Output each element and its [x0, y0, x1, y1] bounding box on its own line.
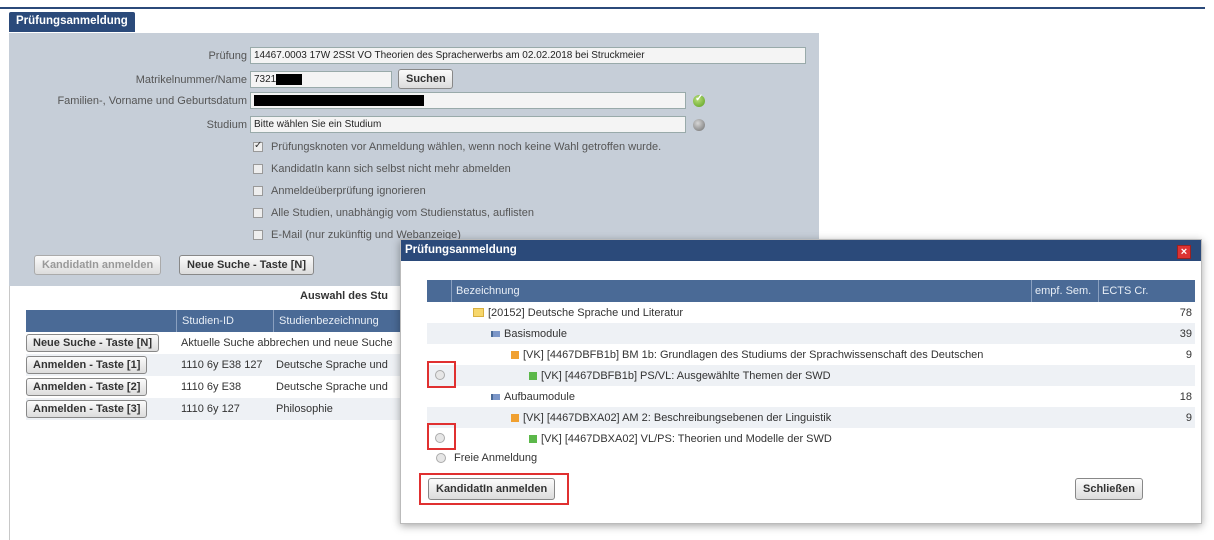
node-label: Aufbaumodule [504, 390, 575, 403]
highlight-box [419, 473, 569, 505]
study-id: 1110 6y E38 [181, 381, 242, 393]
exam-node-table: Bezeichnung empf. Sem. ECTS Cr. [20152] … [427, 280, 1195, 449]
option-label: Prüfungsknoten vor Anmeldung wählen, wen… [271, 141, 662, 153]
node-label: Basismodule [504, 327, 567, 340]
highlight-box [427, 361, 456, 388]
ects-value: 18 [1179, 390, 1192, 403]
close-icon[interactable]: × [1177, 245, 1191, 259]
module-icon [491, 393, 500, 400]
column-header-sem: empf. Sem. [1031, 280, 1098, 302]
node-label: [20152] Deutsche Sprache und Literatur [488, 306, 684, 319]
option-label: KandidatIn kann sich selbst nicht mehr a… [271, 163, 511, 175]
study-name: Deutsche Sprache und [276, 381, 388, 393]
column-header: Studien-ID [176, 310, 273, 332]
column-header [26, 310, 176, 332]
checkbox-icon[interactable] [253, 186, 263, 196]
table-row: Anmelden - Taste [3] 1110 6y 127 Philoso… [26, 398, 406, 420]
table-row: Neue Suche - Taste [N] Aktuelle Suche ab… [26, 332, 406, 354]
table-row: Anmelden - Taste [2] 1110 6y E38 Deutsch… [26, 376, 406, 398]
ects-value: 39 [1179, 327, 1192, 340]
ects-value: 9 [1185, 348, 1192, 361]
node-label: [VK] [4467DBFB1b] BM 1b: Grundlagen des … [523, 348, 984, 361]
studium-select[interactable]: Bitte wählen Sie ein Studium [250, 116, 686, 133]
register-study-1-button[interactable]: Anmelden - Taste [1] [26, 356, 148, 374]
matrikel-label: Matrikelnummer/Name [135, 74, 247, 86]
valid-check-icon [693, 93, 705, 107]
table-row: Aufbaumodule 18 [427, 386, 1195, 407]
option-label: Anmeldeüberprüfung ignorieren [271, 185, 426, 197]
study-name: Philosophie [276, 403, 333, 415]
redaction [254, 95, 424, 107]
exam-field[interactable]: 14467.0003 17W 2SSt VO Theorien des Spra… [250, 47, 806, 64]
highlight-box [427, 423, 456, 450]
node-label: [VK] [4467DBFB1b] PS/VL: Ausgewählte The… [541, 369, 831, 382]
table-body: Neue Suche - Taste [N] Aktuelle Suche ab… [26, 332, 406, 420]
study-results-table: Studien-ID Studienbezeichnung Neue Suche… [26, 310, 406, 420]
option-checkbox-row[interactable]: Anmeldeüberprüfung ignorieren [253, 183, 426, 199]
checkbox-icon[interactable] [253, 164, 263, 174]
flag-green-icon [529, 371, 537, 380]
table-header: Studien-ID Studienbezeichnung [26, 310, 406, 332]
ects-value: 78 [1179, 306, 1192, 319]
new-search-button[interactable]: Neue Suche - Taste [N] [179, 255, 314, 275]
option-checkbox-row[interactable]: Alle Studien, unabhängig vom Studienstat… [253, 205, 534, 221]
dialog-title: Prüfungsanmeldung [401, 240, 1201, 261]
study-id: 1110 6y E38 127 [181, 359, 263, 371]
table-row: [VK] [4467DBXA02] VL/PS: Theorien und Mo… [427, 428, 1195, 449]
study-name: Deutsche Sprache und [276, 359, 388, 371]
table-row: [VK] [4467DBFB1b] PS/VL: Ausgewählte The… [427, 365, 1195, 386]
matrikel-value: 7321 [254, 74, 277, 85]
panel-edge [9, 286, 10, 540]
name-label: Familien-, Vorname und Geburtsdatum [57, 95, 247, 107]
table-header: Bezeichnung empf. Sem. ECTS Cr. [427, 280, 1195, 302]
option-checkbox-row[interactable]: Prüfungsknoten vor Anmeldung wählen, wen… [253, 139, 661, 155]
results-title: Auswahl des Stu [300, 290, 389, 302]
ects-value: 9 [1185, 411, 1192, 424]
table-body: [20152] Deutsche Sprache und Literatur 7… [427, 302, 1195, 449]
search-button[interactable]: Suchen [398, 69, 453, 89]
node-label: [VK] [4467DBXA02] VL/PS: Theorien und Mo… [541, 432, 832, 445]
name-field[interactable] [250, 92, 686, 109]
exam-label: Prüfung [208, 50, 247, 62]
study-id: 1110 6y 127 [181, 403, 240, 415]
studium-label: Studium [206, 119, 247, 131]
node-label: [VK] [4467DBXA02] AM 2: Beschreibungsebe… [523, 411, 832, 424]
column-header-name: Bezeichnung [451, 280, 1031, 302]
status-neutral-icon [693, 119, 705, 131]
flag-green-icon [529, 434, 537, 443]
checkbox-icon[interactable] [253, 230, 263, 240]
register-study-3-button[interactable]: Anmelden - Taste [3] [26, 400, 148, 418]
free-registration-label: Freie Anmeldung [454, 452, 538, 464]
table-row: [VK] [4467DBFB1b] BM 1b: Grundlagen des … [427, 344, 1195, 365]
register-candidate-button[interactable]: KandidatIn anmelden [34, 255, 162, 275]
page-title: Prüfungsanmeldung [9, 12, 135, 32]
checkbox-icon[interactable] [253, 208, 263, 218]
column-header: Studienbezeichnung [273, 310, 406, 332]
option-label: Alle Studien, unabhängig vom Studienstat… [271, 207, 534, 219]
dialog-close-button[interactable]: Schließen [1075, 478, 1143, 500]
top-bar [0, 0, 1214, 9]
free-registration-option[interactable]: Freie Anmeldung [436, 452, 537, 464]
matrikel-input[interactable]: 7321 [250, 71, 392, 88]
table-row: [20152] Deutsche Sprache und Literatur 7… [427, 302, 1195, 323]
table-row: Anmelden - Taste [1] 1110 6y E38 127 Deu… [26, 354, 406, 376]
folder-icon [473, 308, 484, 317]
top-divider [0, 7, 1205, 9]
option-checkbox-row[interactable]: KandidatIn kann sich selbst nicht mehr a… [253, 161, 511, 177]
table-row: [VK] [4467DBXA02] AM 2: Beschreibungsebe… [427, 407, 1195, 428]
table-row: Basismodule 39 [427, 323, 1195, 344]
flag-orange-icon [511, 350, 519, 359]
free-registration-radio[interactable] [436, 453, 446, 463]
new-search-row-button[interactable]: Neue Suche - Taste [N] [26, 334, 159, 352]
register-study-2-button[interactable]: Anmelden - Taste [2] [26, 378, 148, 396]
module-icon [491, 330, 500, 337]
redaction [276, 73, 303, 85]
column-header-ects: ECTS Cr. [1098, 280, 1195, 302]
flag-orange-icon [511, 413, 519, 422]
checkbox-checked-icon[interactable] [253, 140, 263, 152]
row-text: Aktuelle Suche abbrechen und neue Suche [181, 337, 393, 349]
